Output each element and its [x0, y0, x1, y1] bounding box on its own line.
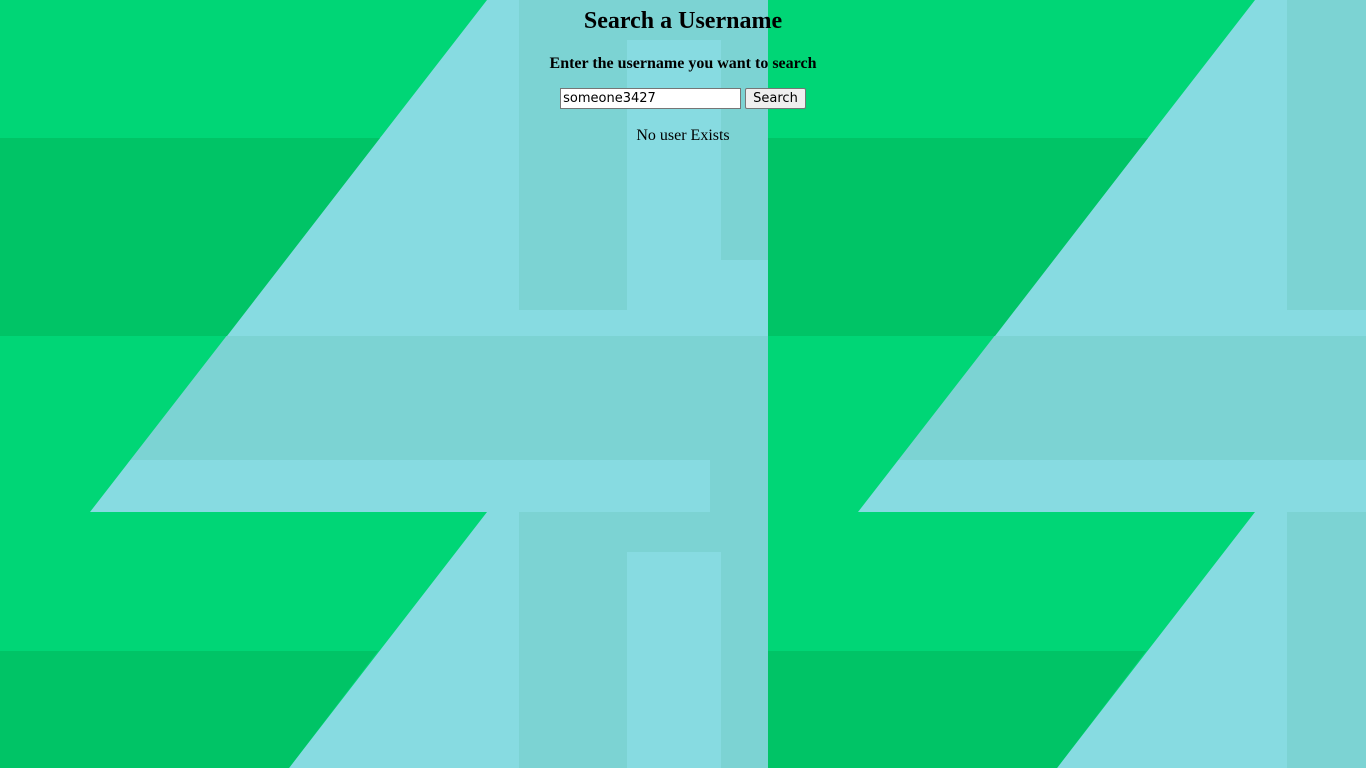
page-title: Search a Username: [583, 8, 783, 34]
search-result-message: No user Exists: [636, 127, 730, 144]
search-button[interactable]: Search: [745, 88, 806, 109]
username-search-input[interactable]: [560, 88, 742, 109]
background-tile-left: [0, 0, 768, 768]
search-form: Search: [0, 88, 1366, 109]
background-tile-right: [768, 0, 1366, 768]
page-subtitle: Enter the username you want to search: [549, 55, 817, 72]
background-pattern: [0, 0, 1366, 768]
